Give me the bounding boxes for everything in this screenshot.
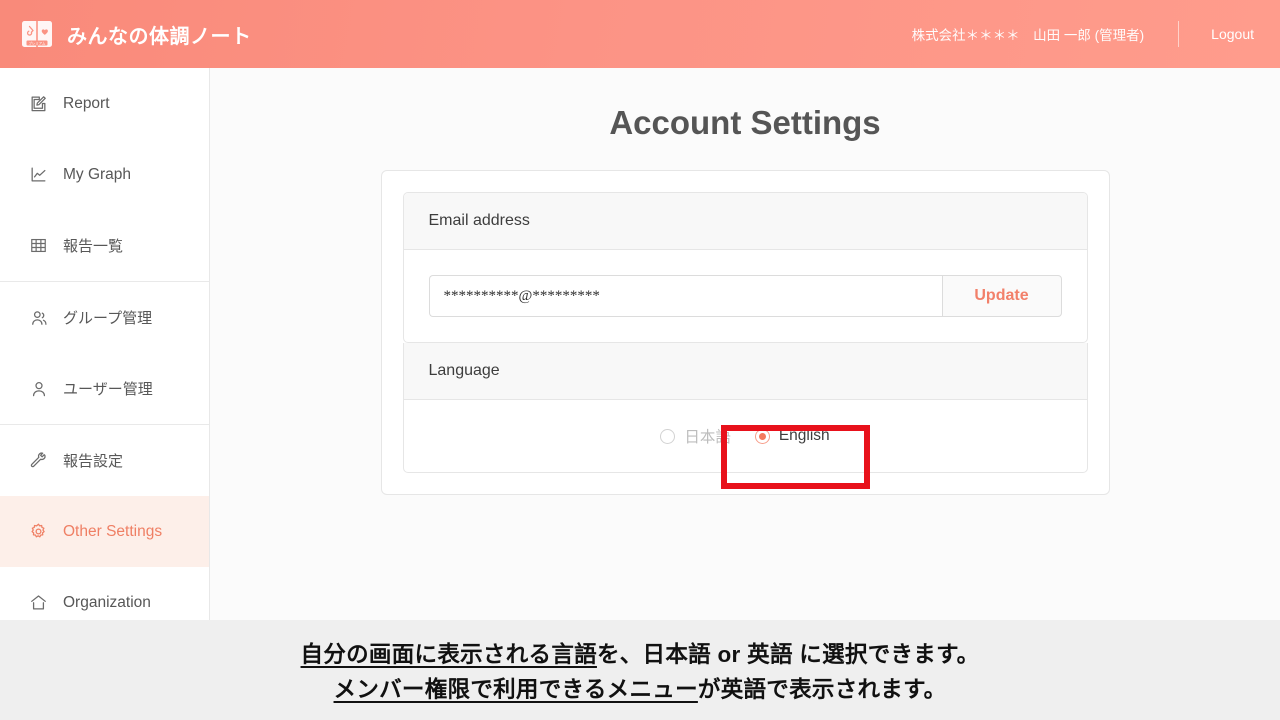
sidebar-item-label: Organization [63,594,151,612]
sidebar-item-label: Report [63,95,110,113]
sidebar-item-label: Other Settings [63,523,162,541]
line-chart-icon [28,164,49,185]
caption-bar: 自分の画面に表示される言語を、日本語 or 英語 に選択できます。 メンバー権限… [0,620,1280,720]
main-content: Account Settings Email address Update La… [210,68,1280,620]
edit-square-icon [28,93,49,114]
header-divider [1178,21,1179,47]
sidebar-item-label: 報告設定 [63,450,123,471]
language-option-label: English [779,427,830,445]
brand[interactable]: プレミアム みんなの体調ノート [0,17,252,51]
email-input-group: Update [429,275,1062,317]
gear-icon [28,521,49,542]
language-option-label: 日本語 [684,425,731,447]
book-heart-logo-icon: プレミアム [20,17,54,51]
language-panel-body: 日本語 English [404,400,1087,472]
email-panel-heading: Email address [404,193,1087,250]
sidebar-item-label: グループ管理 [63,307,152,328]
email-panel-body: Update [404,250,1087,342]
sidebar-item-other-settings[interactable]: Other Settings [0,496,209,567]
sidebar-item-label: My Graph [63,166,131,184]
sidebar-item-report[interactable]: Report [0,68,209,139]
app-root: プレミアム みんなの体調ノート 株式会社＊＊＊＊ 山田 一郎 (管理者) Log… [0,0,1280,720]
account-name: 株式会社＊＊＊＊ 山田 一郎 (管理者) [912,24,1145,44]
user-icon [28,378,49,399]
app-header: プレミアム みんなの体調ノート 株式会社＊＊＊＊ 山田 一郎 (管理者) Log… [0,0,1280,68]
wrench-icon [28,450,49,471]
caption-line-2-underlined: メンバー権限で利用できるメニュー [334,677,698,702]
update-button[interactable]: Update [942,275,1062,317]
svg-text:プレミアム: プレミアム [29,41,46,46]
account-settings-card: Email address Update Language 日本語 [381,170,1110,495]
sidebar-item-my-graph[interactable]: My Graph [0,139,209,210]
sidebar-item-label: 報告一覧 [63,235,123,256]
sidebar-item-report-settings[interactable]: 報告設定 [0,425,209,496]
email-panel: Email address Update [403,192,1088,343]
logout-button[interactable]: Logout [1211,26,1254,42]
brand-title: みんなの体調ノート [67,20,252,49]
caption-line-2: メンバー権限で利用できるメニューが英語で表示されます。 [334,672,947,704]
users-group-icon [28,307,49,328]
radio-dot-selected-icon [755,429,770,444]
language-panel: Language 日本語 English [403,343,1088,473]
sidebar-item-label: ユーザー管理 [63,378,153,399]
language-option-japanese[interactable]: 日本語 [648,421,743,451]
caption-line-1-underlined: 自分の画面に表示される言語 [301,642,597,667]
language-panel-heading: Language [404,343,1087,400]
page-title: Account Settings [210,104,1280,142]
caption-line-2-rest: が英語で表示されます。 [698,677,947,702]
radio-dot-icon [660,429,675,444]
language-option-english[interactable]: English [743,423,842,449]
header-right: 株式会社＊＊＊＊ 山田 一郎 (管理者) Logout [912,21,1280,47]
sidebar-item-user-management[interactable]: ユーザー管理 [0,353,209,424]
sidebar-item-report-list[interactable]: 報告一覧 [0,210,209,281]
language-radio-group: 日本語 English [429,421,1062,451]
email-field[interactable] [429,275,942,317]
table-grid-icon [28,235,49,256]
home-icon [28,592,49,613]
sidebar-item-group-management[interactable]: グループ管理 [0,282,209,353]
caption-line-1-rest: を、日本語 or 英語 に選択できます。 [597,642,980,667]
caption-line-1: 自分の画面に表示される言語を、日本語 or 英語 に選択できます。 [301,637,980,669]
